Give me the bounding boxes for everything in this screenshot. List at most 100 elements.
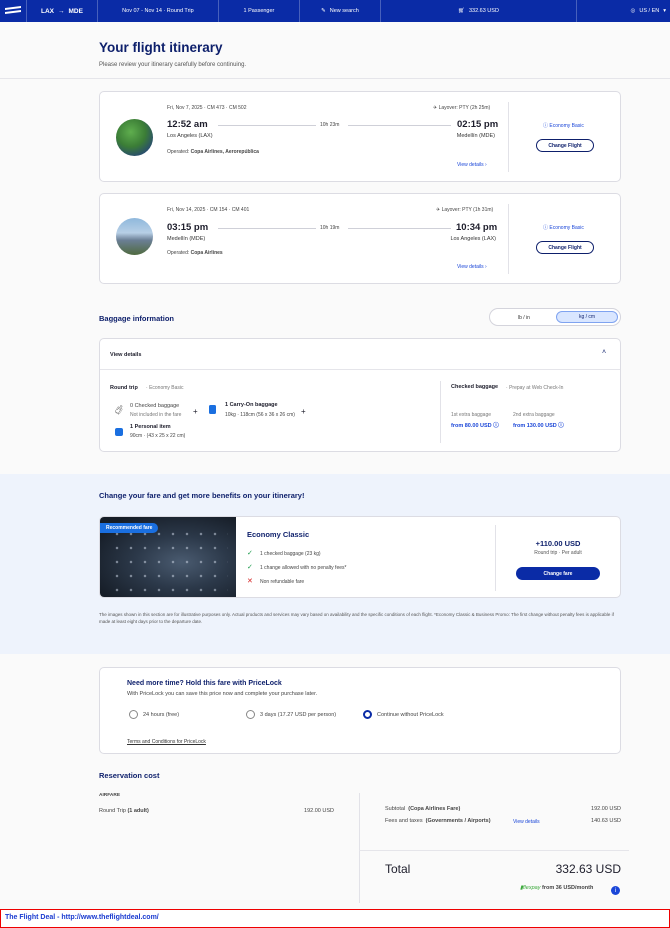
checked-baggage-sub-label: Prepay at Web Check-In [509, 385, 564, 391]
check-icon: ✓ [247, 550, 253, 557]
radio-24h[interactable] [129, 710, 138, 719]
departure-time: 03:15 pm [167, 222, 209, 233]
upgrade-disclaimer: The images shown in this section are for… [99, 612, 614, 624]
flexpay-brand: flexpay [523, 885, 541, 891]
passenger-count-label: 1 Passenger [243, 8, 275, 14]
layover-info: ✈ Layover: PTY (1h 31m) [436, 207, 493, 213]
page-subtitle: Please review your itinerary carefully b… [99, 62, 247, 68]
option-24h-label: 24 hours (free) [143, 712, 180, 718]
operated-label: Operated: [167, 149, 190, 155]
pricelock-card: Need more time? Hold this fare with Pric… [99, 667, 621, 754]
duration-line [348, 125, 451, 126]
operator-name: Copa Airlines [190, 250, 223, 256]
divider [575, 0, 577, 22]
benefit-change: 1 change allowed with no penalty fees* [260, 565, 347, 571]
duration-line [218, 125, 316, 126]
departure-time: 12:52 am [167, 119, 208, 130]
chevron-up-icon[interactable]: ˄ [602, 349, 606, 356]
trip-dates[interactable]: Nov 07 - Nov 14 · Round Trip [98, 8, 218, 14]
destination-photo [116, 119, 153, 156]
carry-on-icon [209, 405, 216, 414]
taxes-row: Fees and taxes (Governments / Airports) [385, 818, 491, 824]
radio-3days[interactable] [246, 710, 255, 719]
pricelock-title: Need more time? Hold this fare with Pric… [127, 680, 282, 687]
locale-label: US / EN [639, 8, 660, 14]
upgrade-price: +110.00 USD [535, 539, 581, 548]
origin-code: LAX [41, 7, 54, 15]
second-extra-price-label: from 130.00 USD [513, 423, 557, 429]
round-trip-row: Round Trip (1 adult) [99, 808, 149, 814]
passenger-count[interactable]: 1 Passenger [219, 8, 299, 14]
change-flight-button[interactable]: Change Flight [536, 139, 594, 152]
benefit-baggage: 1 checked baggage (23 kg) [260, 551, 321, 557]
view-details-link[interactable]: View details › [457, 162, 487, 168]
info-icon[interactable]: ⓘ [493, 423, 499, 429]
chevron-down-icon: ▾ [663, 8, 666, 14]
round-trip-fare-label: Economy Basic [149, 385, 184, 391]
change-fare-button[interactable]: Change fare [516, 567, 600, 580]
round-trip-fare: · Economy Basic [146, 385, 184, 391]
second-extra-label: 2nd extra baggage [513, 412, 555, 418]
flight-meta: Fri, Nov 7, 2025 · CM 473 · CM 502 [167, 105, 247, 111]
fare-class: ⓘ Economy Basic [543, 224, 584, 231]
layover-info: ✈ Layover: PTY (2h 25m) [433, 105, 490, 111]
upgrade-price-note: Round trip · Per adult [534, 550, 582, 556]
flight-duration: 10h 23m [320, 122, 340, 128]
unit-kg-option[interactable]: kg / cm [556, 311, 618, 323]
new-search-label: New search [329, 8, 359, 14]
round-trip-label: Round trip [110, 385, 138, 391]
option-3days-label: 3 days (17.27 USD per person) [260, 712, 337, 718]
source-banner-text[interactable]: The Flight Deal - http://www.theflightde… [5, 914, 159, 921]
divider [440, 381, 441, 443]
flight-meta: Fri, Nov 14, 2025 · CM 154 · CM 401 [167, 207, 250, 213]
carry-on-title: 1 Carry-On baggage [225, 402, 278, 408]
cart-total-label: 332.63 USD [468, 8, 499, 14]
unit-toggle: lb / in kg / cm [489, 308, 621, 326]
operated-by: Operated: Copa Airlines [167, 250, 223, 256]
flexpay-row: ▮flexpay from 36 USD/month [520, 885, 593, 891]
subtotal-label: Subtotal [385, 806, 406, 812]
arrival-city: Los Angeles (LAX) [450, 236, 496, 242]
suitcase-icon: 🧳︎ [113, 405, 125, 415]
taxes-details-link[interactable]: View details [513, 819, 540, 825]
personal-item-icon [115, 428, 123, 436]
copa-logo[interactable] [0, 0, 26, 22]
option-no-pricelock-label: Continue without PriceLock [377, 712, 444, 718]
cart-total[interactable]: 🛒︎ 332.63 USD [381, 8, 576, 14]
departure-city: Medellín (MDE) [167, 236, 206, 242]
duration-line [348, 228, 451, 229]
globe-icon: ◎ [630, 8, 636, 14]
second-extra-price: from 130.00 USD ⓘ [513, 421, 564, 429]
change-flight-button[interactable]: Change Flight [536, 241, 594, 254]
taxes-price: 140.63 USD [591, 818, 621, 824]
info-icon[interactable]: i [611, 886, 620, 895]
divider [100, 369, 620, 370]
view-details-link[interactable]: View details › [457, 264, 487, 270]
divider [359, 793, 360, 903]
departure-city: Los Angeles (LAX) [167, 133, 213, 139]
top-bar: LAX → MDE Nov 07 - Nov 14 · Round Trip 1… [0, 0, 670, 22]
locale-selector[interactable]: ◎ US / EN ▾ [619, 8, 670, 14]
operated-by: Operated: Copa Airlines, Aerorepública [167, 149, 259, 155]
unit-lb-option[interactable]: lb / in [494, 312, 554, 323]
view-details-label: View details [457, 264, 484, 270]
subtotal-row: Subtotal (Copa Airlines Fare) [385, 806, 460, 812]
personal-item-title: 1 Personal item [130, 424, 171, 430]
airfare-heading: AIRFARE [99, 793, 121, 798]
arrival-city: Medellín (MDE) [456, 133, 495, 139]
upgrade-card: Recommended fare Economy Classic ✓ 1 che… [99, 516, 621, 598]
flight-card-return: Fri, Nov 14, 2025 · CM 154 · CM 401 ✈ La… [99, 193, 621, 284]
radio-no-pricelock[interactable] [363, 710, 372, 719]
checked-note: Not included in the fare [130, 412, 182, 418]
round-trip-row-label: Round Trip [99, 808, 126, 814]
new-search-button[interactable]: ✎ New search [300, 8, 380, 14]
divider [495, 525, 496, 591]
total-label: Total [385, 862, 411, 876]
checked-count: 0 Checked baggage [130, 403, 180, 409]
view-details-toggle[interactable]: View details [110, 352, 141, 358]
divider [359, 850, 629, 851]
pricelock-terms-link[interactable]: Terms and Conditions for PriceLock [127, 739, 206, 745]
pricelock-subtitle: With PriceLock you can save this price n… [127, 691, 318, 697]
seat-texture [110, 527, 228, 593]
info-icon[interactable]: ⓘ [558, 423, 564, 429]
